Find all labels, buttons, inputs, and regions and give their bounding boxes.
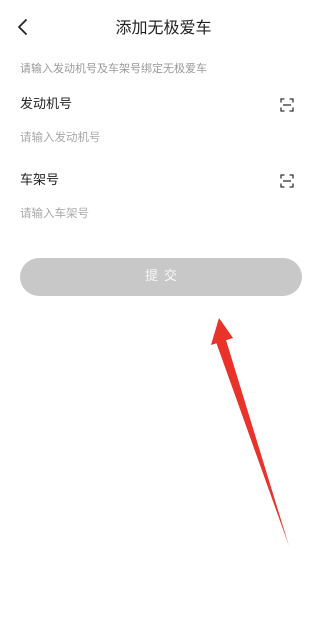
annotation-arrow: [211, 318, 289, 546]
frame-number-label: 车架号: [20, 173, 60, 188]
engine-scan-button[interactable]: [280, 97, 294, 112]
scan-icon: [280, 98, 294, 112]
header-bar: 添加无极爱车: [0, 0, 327, 56]
engine-number-input[interactable]: [20, 127, 300, 147]
scan-icon: [280, 174, 294, 188]
frame-number-input[interactable]: [20, 203, 300, 223]
submit-button[interactable]: 提交: [20, 258, 302, 296]
page-title: 添加无极爱车: [115, 18, 212, 37]
form-hint: 请输入发动机号及车架号绑定无极爱车: [20, 62, 207, 75]
frame-scan-button[interactable]: [280, 173, 294, 188]
engine-number-label: 发动机号: [20, 97, 73, 112]
